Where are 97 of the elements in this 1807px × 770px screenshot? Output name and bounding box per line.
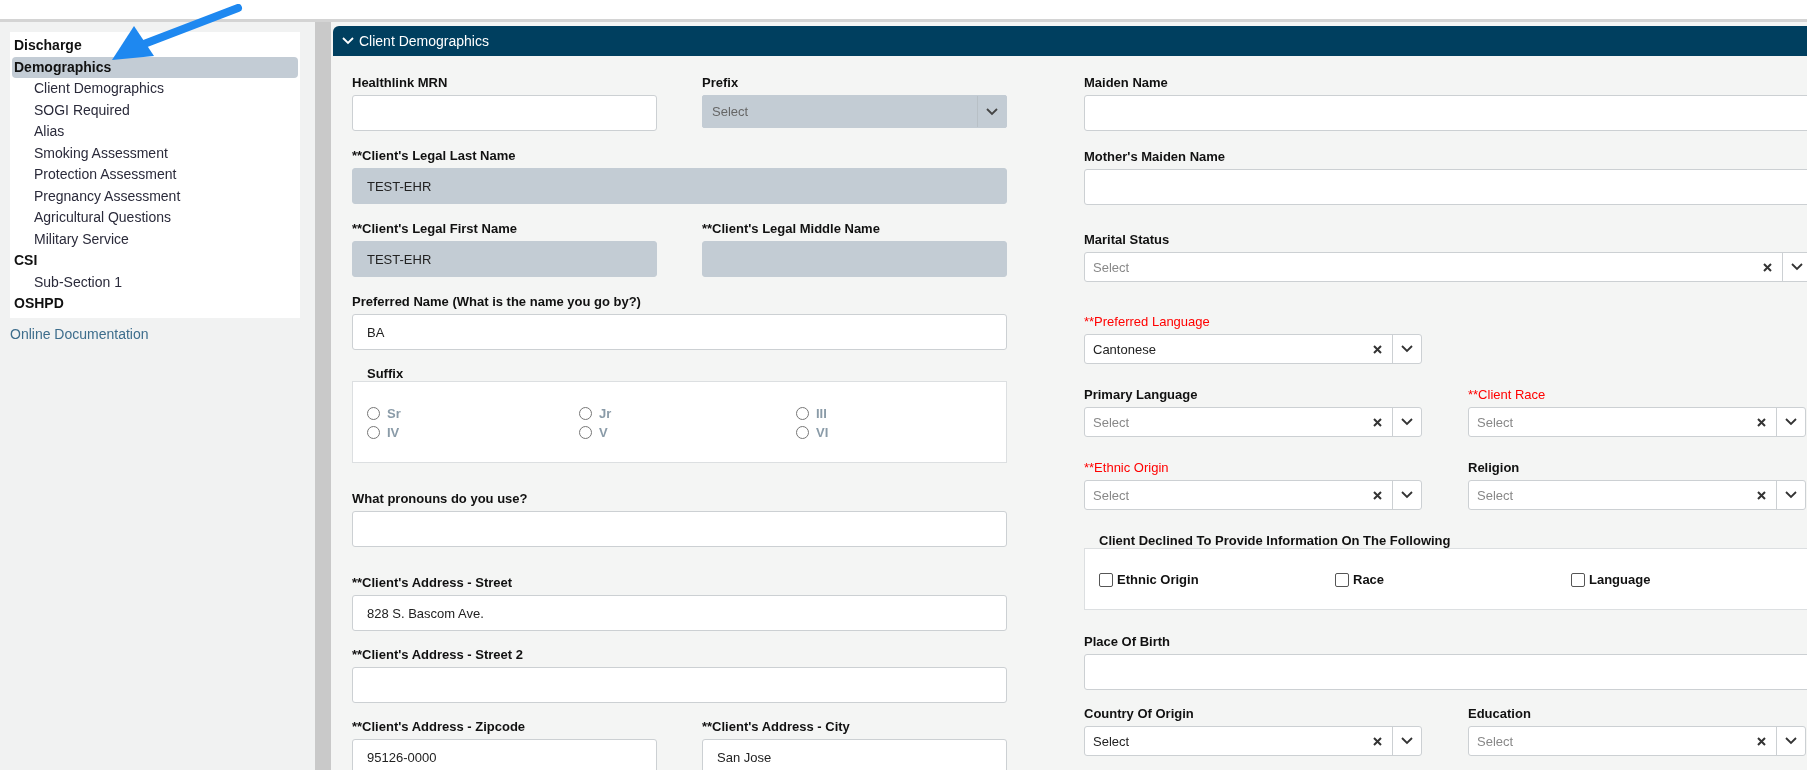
chevron-down-icon — [986, 107, 998, 116]
field-value: Cantonese — [1093, 341, 1157, 357]
chevron-down-icon — [1785, 418, 1797, 426]
clear-icon[interactable] — [1373, 344, 1382, 354]
field-label: **Client's Address - Street 2 — [352, 647, 524, 663]
field-label: Mother's Maiden Name — [1084, 149, 1227, 165]
checkbox[interactable] — [1099, 572, 1113, 587]
text-field[interactable] — [352, 95, 657, 131]
combo-field[interactable]: Select — [1468, 726, 1806, 756]
chevron-down-icon — [1785, 737, 1797, 745]
chevron-down-icon — [1791, 263, 1803, 271]
field-label: Healthlink MRN — [352, 75, 449, 91]
text-field[interactable]: 828 S. Bascom Ave. — [352, 595, 1007, 631]
field-label: Client Declined To Provide Information On The Following — [1098, 533, 1452, 549]
checkbox[interactable] — [1571, 572, 1585, 587]
section-header[interactable]: Client Demographics — [333, 26, 1807, 56]
sidebar-item[interactable]: Smoking Assessment — [12, 142, 298, 164]
checkbox-option[interactable]: Race — [1335, 572, 1385, 587]
field-label: **Client Race — [1468, 387, 1547, 403]
chevron-down-icon — [1401, 491, 1413, 499]
field-placeholder: Select — [1477, 487, 1515, 503]
sidebar-item[interactable]: OSHPD — [12, 293, 298, 315]
sidebar-item[interactable]: Pregnancy Assessment — [12, 185, 298, 207]
field-label: Suffix — [366, 366, 405, 382]
field-placeholder: Select — [1093, 259, 1131, 275]
sidebar-item[interactable]: Military Service — [12, 228, 298, 250]
checkbox-option[interactable]: Language — [1571, 572, 1651, 587]
field-label: **Client's Legal First Name — [352, 221, 518, 237]
field-label: Country Of Origin — [1084, 706, 1195, 722]
sidebar-item[interactable]: Sub-Section 1 — [12, 271, 298, 293]
text-field[interactable] — [1084, 654, 1807, 690]
field-label: Preferred Name (What is the name you go by?) — [352, 294, 642, 310]
sidebar-item[interactable]: Alias — [12, 121, 298, 143]
combo-field[interactable]: Select — [1468, 407, 1806, 437]
sidebar-item[interactable]: Protection Assessment — [12, 164, 298, 186]
field-label: Marital Status — [1084, 232, 1171, 248]
chevron-down-icon — [1401, 345, 1413, 353]
sidebar-item[interactable]: Demographics — [12, 56, 298, 78]
field-placeholder: Select — [712, 104, 750, 119]
field-label: Education — [1468, 706, 1532, 722]
clear-icon[interactable] — [1757, 417, 1766, 427]
clear-icon[interactable] — [1757, 736, 1766, 746]
clear-icon[interactable] — [1373, 417, 1382, 427]
field-value: TEST-EHR — [367, 251, 432, 267]
clear-icon[interactable] — [1757, 490, 1766, 500]
chevron-down-icon — [342, 37, 354, 45]
field-value: Select — [1093, 733, 1131, 749]
combo-field[interactable]: Select — [1084, 480, 1422, 510]
field-label: **Client's Address - Street — [352, 575, 514, 591]
field-label: Maiden Name — [1084, 75, 1169, 91]
field-value: San Jose — [717, 749, 772, 765]
field-value: BA — [367, 324, 385, 340]
combo-field[interactable]: Select — [1084, 252, 1807, 282]
field-label: **Client's Legal Last Name — [352, 148, 517, 164]
sidebar-item[interactable]: Client Demographics — [12, 78, 298, 100]
field-label: What pronouns do you use? — [352, 491, 529, 507]
field-placeholder: Select — [1093, 414, 1131, 430]
documentation-link[interactable]: Online Documentation — [10, 325, 149, 342]
field-label: Primary Language — [1084, 387, 1199, 403]
clear-icon[interactable] — [1373, 736, 1382, 746]
section-title: Client Demographics — [359, 33, 489, 49]
field-label: Place Of Birth — [1084, 634, 1171, 650]
sidebar-item[interactable]: Discharge — [12, 35, 298, 57]
field-placeholder: Select — [1093, 487, 1131, 503]
combo-field[interactable]: Select — [1084, 407, 1422, 437]
field-label: Prefix — [702, 75, 740, 91]
checkbox[interactable] — [1335, 572, 1349, 587]
sidebar-item[interactable]: CSI — [12, 250, 298, 272]
field-placeholder: Select — [1477, 733, 1515, 749]
sidebar-item[interactable]: Agricultural Questions — [12, 207, 298, 229]
field-label: **Client's Address - Zipcode — [352, 719, 527, 735]
text-field[interactable] — [352, 667, 1007, 703]
combo-field[interactable]: Select — [1468, 480, 1806, 510]
text-field[interactable]: BA — [352, 314, 1007, 350]
checkbox-option[interactable]: Ethnic Origin — [1099, 572, 1199, 587]
field-value: 828 S. Bascom Ave. — [367, 605, 484, 621]
text-field[interactable] — [1084, 169, 1807, 205]
field-label: Religion — [1468, 460, 1521, 476]
text-field[interactable]: San Jose — [702, 739, 1007, 770]
field-value: 95126-0000 — [367, 749, 437, 765]
field-label: **Preferred Language — [1084, 314, 1211, 330]
field-label: **Client's Legal Middle Name — [702, 221, 881, 237]
sidebar-item[interactable]: SOGI Required — [12, 99, 298, 121]
clear-icon[interactable] — [1373, 490, 1382, 500]
clear-icon[interactable] — [1763, 262, 1772, 272]
field-label: **Ethnic Origin — [1084, 460, 1170, 476]
combo-field[interactable]: Select — [1084, 726, 1422, 756]
chevron-down-icon — [1401, 418, 1413, 426]
text-field[interactable] — [352, 511, 1007, 547]
chevron-down-icon — [1785, 491, 1797, 499]
text-field[interactable]: 95126-0000 — [352, 739, 657, 770]
combo-field[interactable]: Cantonese — [1084, 334, 1422, 364]
text-field[interactable] — [1084, 95, 1807, 131]
field-label: **Client's Address - City — [702, 719, 851, 735]
chevron-down-icon — [1401, 737, 1413, 745]
field-value: TEST-EHR — [367, 178, 432, 194]
field-placeholder: Select — [1477, 414, 1515, 430]
